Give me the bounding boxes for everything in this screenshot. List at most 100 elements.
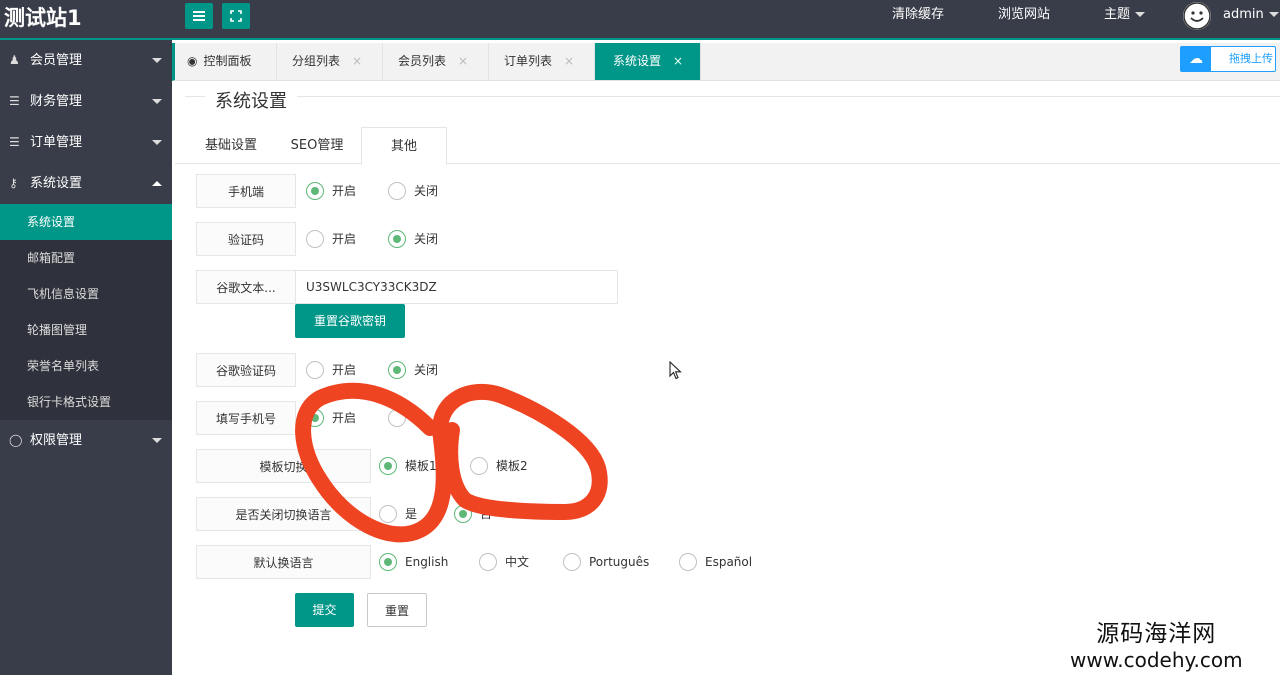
menu-toggle-button[interactable] [185,3,213,29]
close-icon[interactable]: × [352,54,362,68]
sidebar-item-permissions[interactable]: ◯ 权限管理 [0,420,172,461]
site-logo[interactable]: 测试站1 [4,3,82,33]
radio-unchecked-icon [306,229,324,248]
reset-google-key-button[interactable]: 重置谷歌密钥 [295,304,405,338]
tab-system-settings[interactable]: 系统设置 × [595,43,701,80]
tab-label: 会员列表 [398,54,447,68]
theme-dropdown[interactable]: 主题 [1104,0,1146,30]
sidebar-item-label: 系统设置 [30,176,83,191]
radio-label: 开启 [332,363,357,377]
chevron-down-icon [152,99,162,104]
radio-close-lang-no[interactable]: 否 [454,497,492,531]
tab-order-list[interactable]: 订单列表 × [489,43,595,80]
radio-template-2[interactable]: 模板2 [470,449,528,483]
radio-template-1[interactable]: 模板1 [379,449,437,483]
menu-icon [193,11,205,21]
radio-captcha-on[interactable]: 开启 [306,222,356,256]
tab-label: 系统设置 [613,54,662,68]
tab-member-list[interactable]: 会员列表 × [383,43,489,80]
radio-label: 开启 [332,184,357,198]
field-label: 谷歌文本... [196,270,296,304]
user-menu[interactable]: admin [1223,0,1279,30]
radio-lang-english[interactable]: English [379,545,448,579]
radio-google-captcha-on[interactable]: 开启 [306,353,356,387]
radio-label: 中文 [505,555,530,569]
tab-label: 分组列表 [292,54,341,68]
radio-unchecked-icon [470,456,488,475]
database-icon: ☰ [9,94,20,108]
sidebar-subitem-carousel[interactable]: 轮播图管理 [0,312,172,348]
tab-label: 订单列表 [504,54,553,68]
radio-google-captcha-off[interactable]: 关闭 [388,353,438,387]
avatar[interactable] [1183,2,1211,30]
sidebar-subitem-flight[interactable]: 飞机信息设置 [0,276,172,312]
watermark: 源码海洋网 www.codehy.com [1070,620,1243,672]
reset-button[interactable]: 重置 [367,593,427,627]
radio-unchecked-icon [388,408,406,427]
close-icon[interactable]: × [458,54,468,68]
sidebar-item-label: 财务管理 [30,94,83,109]
submit-button[interactable]: 提交 [295,593,354,627]
tab-group-list[interactable]: 分组列表 × [277,43,383,80]
radio-label: 关闭 [414,363,439,377]
google-secret-input[interactable]: U3SWLC3CY33CK3DZ [295,270,618,304]
radio-mobile-off[interactable]: 关闭 [388,174,438,208]
close-icon[interactable]: × [673,54,683,68]
clear-cache-link[interactable]: 清除缓存 [892,0,944,30]
fullscreen-button[interactable] [222,3,250,29]
radio-unchecked-icon [379,504,397,523]
subtab-basic[interactable]: 基础设置 [193,127,269,164]
chevron-down-icon [1135,12,1146,17]
close-icon[interactable]: × [564,54,574,68]
globe-icon: ◯ [9,433,23,447]
radio-checked-icon [306,408,324,427]
sidebar-subitem-bankcard[interactable]: 银行卡格式设置 [0,384,172,420]
radio-label: English [405,555,449,569]
watermark-line1: 源码海洋网 [1096,621,1217,647]
radio-captcha-off[interactable]: 关闭 [388,222,438,256]
sidebar-subitem-system-settings[interactable]: 系统设置 [0,204,172,240]
sidebar-item-label: 权限管理 [30,433,83,448]
radio-lang-spanish[interactable]: Español [679,545,752,579]
radio-checked-icon [388,360,406,379]
smiley-icon [1183,2,1211,30]
sidebar-item-label: 会员管理 [30,53,83,68]
radio-label: 开启 [332,411,357,425]
sidebar-item-orders[interactable]: ☰ 订单管理 [0,122,172,163]
radio-unchecked-icon [563,552,581,571]
radio-lang-portuguese[interactable]: Português [563,545,649,579]
browse-site-link[interactable]: 浏览网站 [998,0,1050,30]
page-tabs: ◉ 控制面板 分组列表 × 会员列表 × 订单列表 × 系统设置 × ☁ 拖拽上传 [172,43,1280,81]
sidebar-subitem-honor[interactable]: 荣誉名单列表 [0,348,172,384]
sidebar-item-finance[interactable]: ☰ 财务管理 [0,81,172,122]
field-label: 填写手机号 [196,401,296,435]
radio-label: 开启 [332,232,357,246]
top-header: 测试站1 清除缓存 浏览网站 主题 admin [0,0,1280,40]
username: admin [1223,7,1264,22]
settings-subtabs: 基础设置 SEO管理 其他 [175,127,1280,165]
field-label: 手机端 [196,174,296,208]
sidebar-item-members[interactable]: ♟ 会员管理 [0,40,172,81]
radio-close-lang-yes[interactable]: 是 [379,497,417,531]
radio-lang-chinese[interactable]: 中文 [479,545,529,579]
mouse-cursor-icon [669,361,682,380]
drag-upload-button[interactable]: ☁ 拖拽上传 [1180,46,1276,72]
radio-unchecked-icon [679,552,697,571]
radio-label: 模板1 [405,459,437,473]
radio-mobile-on[interactable]: 开启 [306,174,356,208]
sidebar-item-label: 订单管理 [30,135,83,150]
radio-fill-phone-on[interactable]: 开启 [306,401,356,435]
subtab-seo[interactable]: SEO管理 [277,127,357,164]
radio-checked-icon [388,229,406,248]
page-title: 系统设置 [215,91,287,112]
radio-label: 关闭 [414,184,439,198]
subtab-other[interactable]: 其他 [361,127,447,165]
radio-label: 否 [480,507,493,521]
sidebar-subitem-mail[interactable]: 邮箱配置 [0,240,172,276]
field-label: 模板切换 [196,449,371,483]
radio-fill-phone-off[interactable] [388,401,414,435]
sidebar-item-system[interactable]: ⚷ 系统设置 [0,163,172,204]
tab-dashboard[interactable]: ◉ 控制面板 [175,43,277,80]
cloud-icon: ☁ [1181,47,1211,71]
watermark-line2: www.codehy.com [1070,648,1243,672]
